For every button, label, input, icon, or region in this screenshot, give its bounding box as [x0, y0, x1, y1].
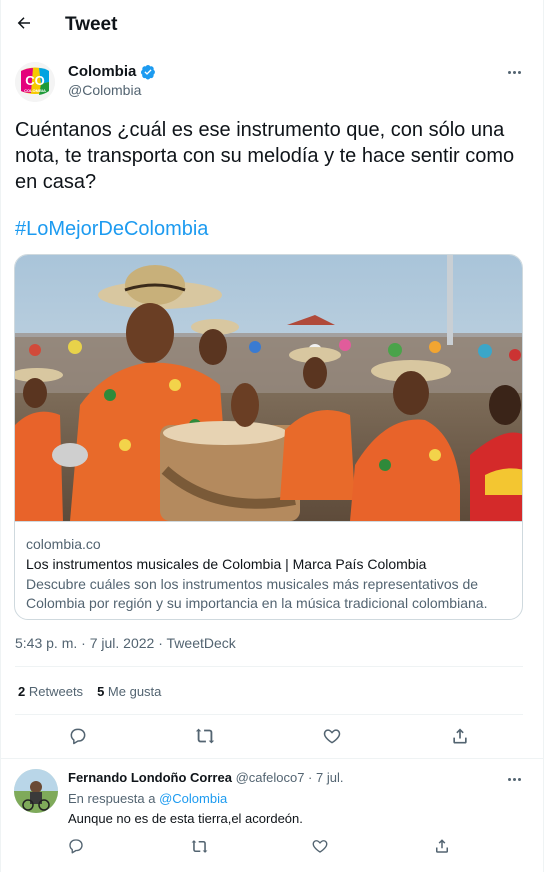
reply-context: En respuesta a @Colombia [68, 791, 227, 806]
heart-icon [312, 840, 328, 853]
retweets-stat[interactable]: 2 Retweets [18, 684, 83, 699]
retweet-button[interactable] [193, 724, 217, 748]
card-title: Los instrumentos musicales de Colombia |… [26, 556, 427, 572]
divider [15, 666, 523, 667]
tweet-stats: 2 Retweets 5 Me gusta [18, 684, 161, 699]
reply-author-handle[interactable]: @cafeloco7 [236, 770, 305, 785]
meta-separator: · [154, 635, 167, 651]
author-name[interactable]: Colombia [68, 63, 156, 80]
reply-context-prefix: En respuesta a [68, 791, 156, 806]
tweet-meta: 5:43 p. m. · 7 jul. 2022 · TweetDeck [15, 635, 236, 651]
arrow-left-icon [17, 17, 30, 29]
retweet-icon [195, 728, 215, 744]
reply-retweet-button[interactable] [187, 834, 211, 858]
tweet-source[interactable]: TweetDeck [167, 635, 236, 651]
retweet-icon [191, 839, 207, 853]
reply-date[interactable]: 7 jul. [316, 770, 343, 785]
colombia-logo: CO COLOMBIA [15, 62, 55, 102]
share-button[interactable] [448, 724, 472, 748]
share-icon [453, 728, 467, 744]
reply-avatar[interactable] [14, 769, 58, 813]
card-description: Descubre cuáles son los instrumentos mus… [26, 576, 488, 611]
reply-avatar-image [14, 769, 58, 813]
reply-like-button[interactable] [308, 834, 332, 858]
divider [1, 758, 543, 759]
back-button[interactable] [11, 10, 37, 36]
share-icon [436, 839, 448, 853]
likes-stat[interactable]: 5 Me gusta [97, 684, 161, 699]
reply-icon [70, 728, 86, 745]
reply-header: Fernando Londoño Correa @cafeloco7 · 7 j… [68, 770, 343, 785]
link-card[interactable]: colombia.co Los instrumentos musicales d… [14, 254, 523, 620]
heart-icon [323, 729, 341, 744]
reply-dot: · [304, 770, 316, 785]
reply-share-button[interactable] [430, 834, 454, 858]
card-body: colombia.co Los instrumentos musicales d… [15, 521, 522, 619]
verified-badge-icon [141, 64, 156, 79]
top-bar: Tweet [1, 0, 543, 50]
more-horizontal-icon [507, 70, 522, 74]
more-options-button[interactable] [503, 64, 525, 80]
author-handle[interactable]: @Colombia [68, 82, 141, 98]
likes-label: Me gusta [107, 684, 162, 699]
svg-text:CO: CO [25, 73, 45, 88]
tweet-page: Tweet CO COLOMBIA Colombia @Colombia Cué… [0, 0, 544, 872]
svg-text:COLOMBIA: COLOMBIA [24, 88, 46, 93]
page-title: Tweet [65, 14, 118, 35]
retweets-count: 2 [18, 684, 26, 699]
divider [15, 714, 523, 715]
reply-mention-link[interactable]: @Colombia [159, 791, 227, 806]
author-avatar[interactable]: CO COLOMBIA [15, 62, 55, 102]
card-domain: colombia.co [26, 536, 101, 552]
reply-author-name[interactable]: Fernando Londoño Correa [68, 770, 232, 785]
more-horizontal-icon [507, 777, 522, 781]
reply-icon [69, 839, 83, 854]
tweet-timestamp[interactable]: 5:43 p. m. · 7 jul. 2022 [15, 635, 154, 651]
hashtag-link[interactable]: #LoMejorDeColombia [15, 218, 208, 241]
reply-reply-button[interactable] [64, 834, 88, 858]
likes-count: 5 [97, 684, 105, 699]
reply-more-button[interactable] [503, 772, 525, 786]
like-button[interactable] [320, 724, 344, 748]
tweet-text: Cuéntanos ¿cuál es ese instrumento que, … [15, 119, 515, 193]
retweets-label: Retweets [28, 684, 84, 699]
reply-button[interactable] [66, 724, 90, 748]
card-image [15, 255, 522, 521]
author-name-text: Colombia [68, 63, 137, 80]
reply-text: Aunque no es de esta tierra,el acordeón. [68, 811, 303, 826]
